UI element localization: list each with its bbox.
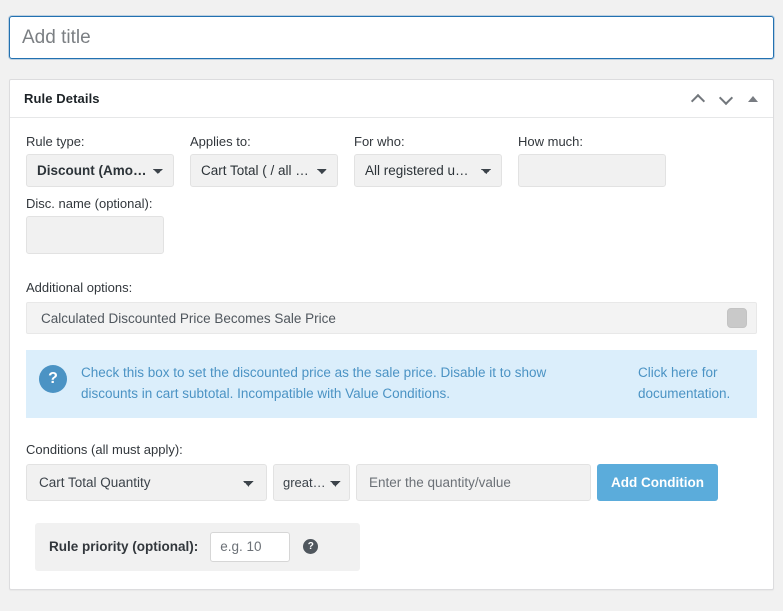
disc-name-input[interactable] xyxy=(26,216,164,254)
condition-operator-select[interactable]: greater ( xyxy=(273,463,350,501)
how-much-input[interactable] xyxy=(518,154,666,187)
page-root: Rule Details Rule type: Discou xyxy=(0,0,783,611)
move-up-button[interactable] xyxy=(685,87,709,111)
panel-header-actions xyxy=(685,87,765,111)
field-group-applies-to: Applies to: Cart Total ( / all pr… xyxy=(190,134,338,187)
additional-option-label: Calculated Discounted Price Becomes Sale… xyxy=(41,310,336,326)
disc-name-label: Disc. name (optional): xyxy=(26,196,153,211)
applies-to-select[interactable]: Cart Total ( / all pr… xyxy=(190,154,338,187)
chevron-up-icon xyxy=(692,93,703,104)
rule-type-select[interactable]: Discount (Amount) xyxy=(26,154,174,187)
rule-type-label: Rule type: xyxy=(26,134,85,149)
help-question-icon[interactable]: ? xyxy=(303,539,319,555)
primary-fields-row: Rule type: Discount (Amount) Disc. name … xyxy=(26,134,757,254)
rule-priority-section: Rule priority (optional): ? xyxy=(35,522,360,571)
post-title-input[interactable] xyxy=(9,16,774,59)
notice-text: Check this box to set the discounted pri… xyxy=(81,365,547,401)
applies-to-label: Applies to: xyxy=(190,134,251,149)
rule-details-panel: Rule Details Rule type: Discount (Amount… xyxy=(9,79,774,590)
question-mark-icon: ? xyxy=(39,365,67,393)
rule-priority-label: Rule priority (optional): xyxy=(49,539,199,555)
for-who-select[interactable]: All registered users xyxy=(354,154,502,187)
conditions-label: Conditions (all must apply): xyxy=(26,441,183,457)
panel-toggle-button[interactable] xyxy=(741,87,765,111)
for-who-label: For who: xyxy=(354,134,405,149)
conditions-section: Conditions (all must apply): Cart Total … xyxy=(26,442,757,501)
triangle-up-icon xyxy=(748,95,758,102)
panel-title: Rule Details xyxy=(24,91,100,106)
sale-price-toggle-checkbox[interactable] xyxy=(727,308,747,328)
additional-option-row[interactable]: Calculated Discounted Price Becomes Sale… xyxy=(26,302,757,334)
field-group-disc-name: Disc. name (optional): xyxy=(26,196,174,254)
field-group-rule-type: Rule type: Discount (Amount) Disc. name … xyxy=(26,134,174,254)
how-much-label: How much: xyxy=(518,134,584,149)
additional-options-label: Additional options: xyxy=(26,280,133,295)
condition-value-input[interactable] xyxy=(356,463,591,501)
panel-header: Rule Details xyxy=(10,80,773,118)
field-group-how-much: How much: xyxy=(518,134,666,187)
condition-row: Cart Total Quantity greater ( Add Condit… xyxy=(26,463,757,501)
panel-body: Rule type: Discount (Amount) Disc. name … xyxy=(10,118,773,571)
field-group-for-who: For who: All registered users xyxy=(354,134,502,187)
move-down-button[interactable] xyxy=(713,87,737,111)
chevron-down-icon xyxy=(720,93,731,104)
add-condition-button[interactable]: Add Condition xyxy=(597,463,718,501)
condition-field-select[interactable]: Cart Total Quantity xyxy=(26,463,267,501)
title-input-wrapper xyxy=(9,16,774,59)
documentation-link[interactable]: Click here for documentation. xyxy=(638,363,742,405)
additional-options-section: Additional options: Calculated Discounte… xyxy=(26,280,757,334)
rule-priority-input[interactable] xyxy=(210,531,291,562)
info-notice: ? Check this box to set the discounted p… xyxy=(26,350,757,418)
